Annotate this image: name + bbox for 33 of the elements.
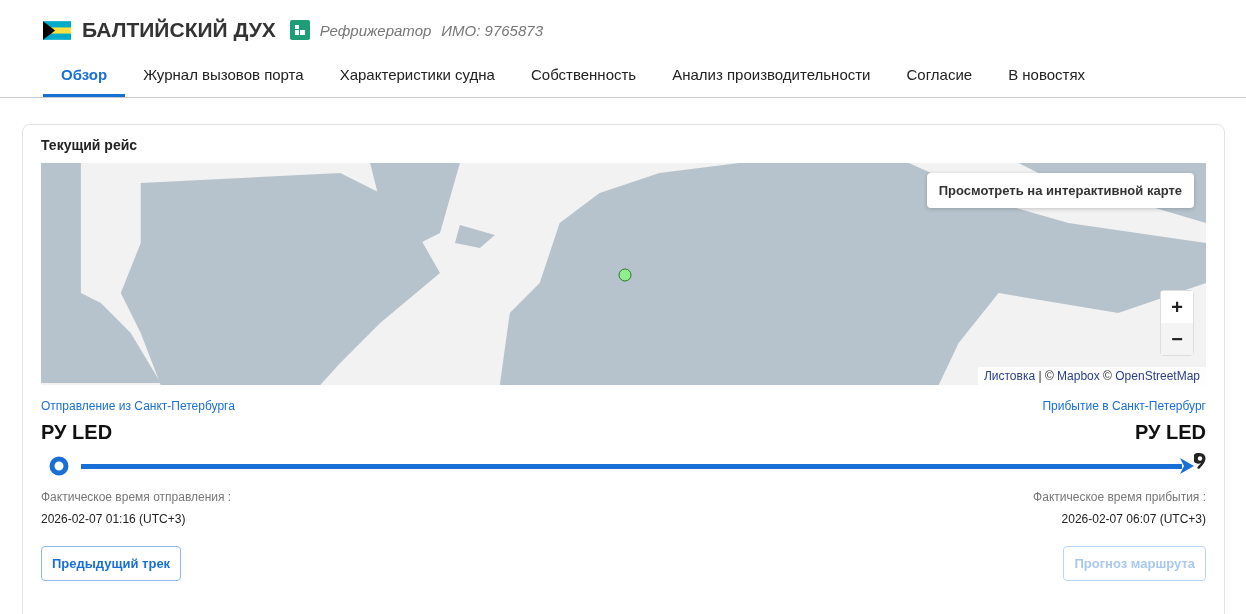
arrival-port: РУ LED	[1134, 421, 1206, 444]
arrow-head-icon	[1180, 458, 1194, 474]
departure-time-label: Фактическое время отправления :	[41, 490, 232, 504]
destination-pin-icon	[1194, 453, 1206, 469]
attribution-link[interactable]: Листовка	[983, 369, 1036, 383]
flag-icon	[43, 20, 71, 40]
departure-time: 2026-02-07 01:16 (UTC+3)	[41, 512, 187, 526]
vessel-imo: ИМО: 9765873	[441, 21, 543, 39]
tab[interactable]: Анализ производительности	[654, 58, 889, 97]
card-title: Текущий рейс	[41, 137, 139, 153]
interactive-map-button[interactable]: Просмотреть на интерактивной карте	[926, 173, 1194, 208]
departure-label: Отправление из Санкт-Петербурга	[41, 399, 235, 413]
zoom-out-button[interactable]: −	[1161, 323, 1193, 355]
attribution-text: | ©	[1037, 369, 1055, 383]
vessel-type: Рефрижератор	[319, 21, 432, 39]
arrival-time: 2026-02-07 06:07 (UTC+3)	[1061, 512, 1206, 526]
tab[interactable]: Журнал вызовов порта	[125, 58, 322, 97]
vessel-type-icon	[289, 20, 310, 40]
attribution-text: ©	[1102, 369, 1113, 383]
vessel-marker-icon	[618, 268, 632, 282]
tab[interactable]: Согласие	[888, 58, 991, 97]
departure-port: РУ LED	[41, 421, 114, 444]
previous-track-button[interactable]: Предыдущий трек	[41, 546, 182, 581]
origin-icon	[49, 456, 69, 476]
tab[interactable]: В новостях	[990, 58, 1104, 97]
tab[interactable]: Обзор	[43, 58, 126, 97]
vessel-name: БАЛТИЙСКИЙ ДУХ	[82, 18, 276, 42]
attribution-link[interactable]: Mapbox	[1057, 369, 1100, 383]
arrival-label: Прибытие в Санкт-Петербург	[1042, 399, 1206, 413]
tab[interactable]: Собственность	[512, 58, 655, 97]
tab[interactable]: Характеристики судна	[321, 58, 513, 97]
arrival-time-label: Фактическое время прибытия :	[1033, 490, 1206, 504]
attribution-link[interactable]: OpenStreetMap	[1115, 369, 1200, 383]
